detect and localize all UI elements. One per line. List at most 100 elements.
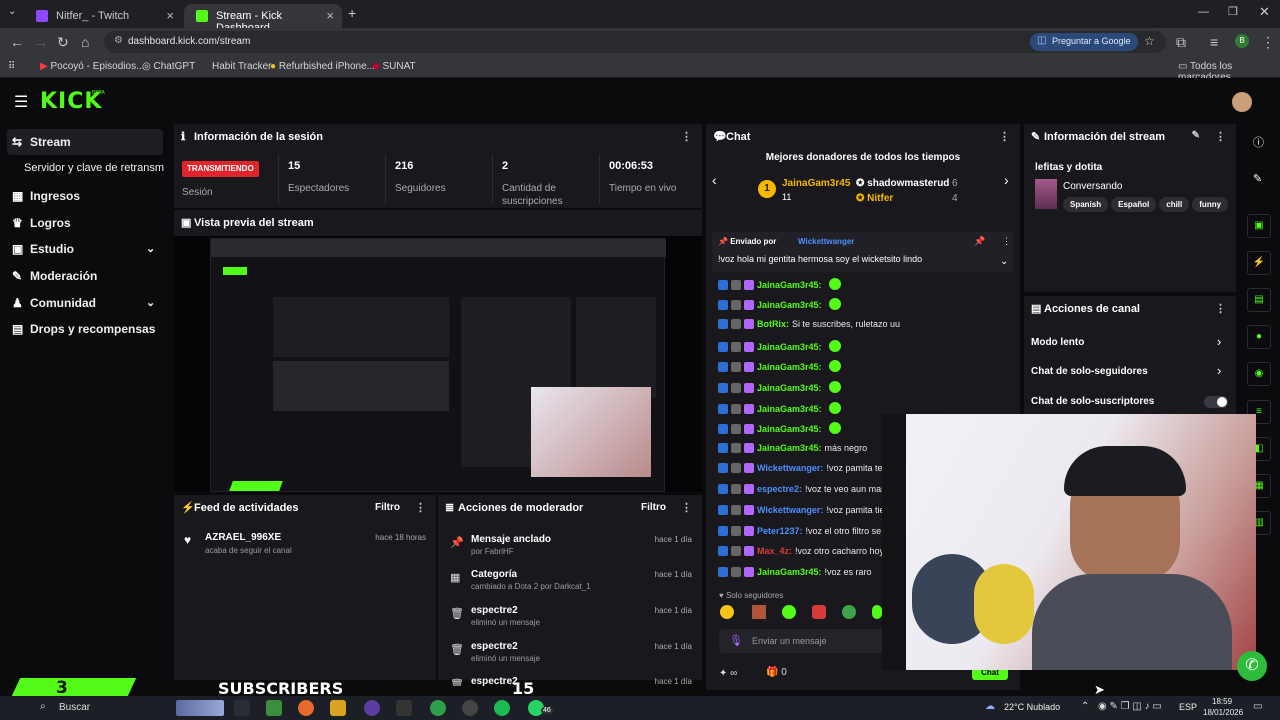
pinned-by-user[interactable]: Wickettwanger — [798, 237, 854, 246]
home-icon[interactable]: ⌂ — [81, 34, 89, 50]
firefox-icon[interactable] — [298, 700, 314, 716]
explorer-icon[interactable] — [330, 700, 346, 716]
maximize-icon[interactable]: ❐ — [1228, 5, 1238, 18]
site-info-icon[interactable]: ⚙ — [114, 35, 123, 46]
app-icon[interactable] — [396, 700, 412, 716]
bookmark-item[interactable]: ● Refurbished iPhone... — [270, 61, 375, 72]
profile-avatar[interactable]: B — [1235, 34, 1249, 48]
chat-username[interactable]: Wickettwanger: — [757, 505, 823, 515]
tool-icon[interactable]: ▣ — [1247, 214, 1271, 238]
minimize-icon[interactable]: — — [1198, 6, 1209, 18]
modactions-filter-button[interactable]: Filtro — [641, 502, 666, 513]
task-view-icon[interactable] — [234, 700, 250, 716]
chrome-icon[interactable] — [430, 700, 446, 716]
tray-chevron-icon[interactable]: ⌃ — [1081, 701, 1089, 712]
chat-username[interactable]: Peter1237: — [757, 526, 803, 536]
taskbar-search[interactable]: Buscar — [59, 702, 90, 713]
chat-message[interactable]: JainaGam3r45: !voz es raro — [718, 567, 872, 577]
tray-icons[interactable]: ◉ ✎ ❐ ◫ ♪ ▭ — [1098, 701, 1162, 712]
bookmark-star-icon[interactable]: ☆ — [1144, 34, 1155, 48]
back-icon[interactable]: ← — [10, 34, 24, 50]
close-icon[interactable]: × — [326, 8, 334, 23]
chat-username[interactable]: JainaGam3r45: — [757, 300, 822, 310]
subs-only-toggle[interactable] — [1204, 396, 1228, 408]
tool-chat-icon[interactable]: ● — [1247, 325, 1271, 349]
bookmark-item[interactable]: ◎ ChatGPT — [142, 61, 195, 72]
language-indicator[interactable]: ESP — [1179, 702, 1197, 712]
chat-username[interactable]: JainaGam3r45: — [757, 567, 822, 577]
reload-icon[interactable]: ↻ — [57, 34, 69, 51]
more-icon[interactable]: ⋮ — [681, 130, 692, 143]
new-tab-icon[interactable]: + — [348, 5, 356, 21]
chat-message[interactable]: JainaGam3r45: más negro — [718, 443, 867, 453]
sidebar-item-logros[interactable]: ♛ Logros — [12, 216, 71, 230]
chevron-down-icon[interactable]: ⌄ — [1000, 256, 1008, 267]
tool-broadcast-icon[interactable]: ◉ — [1247, 362, 1271, 386]
followers-only-row[interactable]: Chat de solo-seguidores — [1031, 366, 1148, 377]
emote-icon[interactable] — [720, 605, 734, 619]
donor-name[interactable]: ✪ Nitfer — [856, 193, 893, 204]
chat-message[interactable]: BotRix: Si te suscribes, ruletazo uu — [718, 319, 900, 329]
chevron-right-icon[interactable]: › — [1217, 334, 1221, 349]
chat-username[interactable]: JainaGam3r45: — [757, 404, 822, 414]
stream-preview-video[interactable] — [174, 236, 702, 492]
slow-mode-row[interactable]: Modo lento — [1031, 337, 1084, 348]
chat-message[interactable]: JainaGam3r45: — [718, 298, 844, 310]
chat-message[interactable]: JainaGam3r45: — [718, 340, 844, 352]
bookmark-item[interactable]: Habit Tracker — [212, 61, 271, 72]
chat-username[interactable]: JainaGam3r45: — [757, 280, 822, 290]
obs-icon[interactable] — [364, 700, 380, 716]
donor-name[interactable]: ✪ shadowmasterud — [856, 178, 949, 189]
sidebar-item-comunidad[interactable]: ♟ Comunidad ⌄ — [12, 296, 155, 310]
tool-flash-icon[interactable]: ⚡ — [1247, 251, 1271, 275]
chat-username[interactable]: BotRix: — [757, 319, 789, 329]
sidebar-item-drops[interactable]: ▤ Drops y recompensas — [12, 322, 155, 336]
emote-icon[interactable] — [872, 605, 882, 619]
chat-username[interactable]: JainaGam3r45: — [757, 424, 822, 434]
extensions-icon[interactable]: ⧉ — [1176, 34, 1186, 51]
pencil-icon[interactable]: ✎ — [1192, 130, 1200, 141]
weather-text[interactable]: 22°C Nublado — [1004, 702, 1060, 712]
more-icon[interactable]: ⋮ — [415, 501, 426, 514]
chat-username[interactable]: JainaGam3r45: — [757, 362, 822, 372]
tool-doc-icon[interactable]: ▤ — [1247, 288, 1271, 312]
emote-icon[interactable] — [842, 605, 856, 619]
tab-kick[interactable]: Stream - Kick Dashboard × — [184, 4, 342, 34]
tab-twitch[interactable]: Nitfer_ - Twitch × — [24, 4, 182, 28]
chat-message[interactable]: Wickettwanger: !voz pamita tien — [718, 505, 889, 515]
chat-input[interactable]: 🎙 Enviar un mensaje — [719, 629, 885, 653]
emote-icon[interactable] — [782, 605, 796, 619]
sidebar-item-server-key[interactable]: Servidor y clave de retransm — [24, 162, 164, 174]
bookmark-item[interactable]: ◆ SUNAT — [372, 61, 416, 72]
donor-name[interactable]: JainaGam3r45 — [782, 178, 850, 189]
info-icon[interactable]: ⓘ — [1253, 134, 1264, 150]
chat-message[interactable]: Wickettwanger: !voz pamita te q — [718, 463, 890, 473]
whatsapp-icon[interactable]: ✆ — [1237, 651, 1267, 681]
notification-icon[interactable]: ▭ — [1253, 701, 1262, 712]
emote-icon[interactable] — [752, 605, 766, 619]
forward-icon[interactable]: → — [34, 34, 48, 50]
activity-user[interactable]: AZRAEL_996XE — [205, 532, 281, 543]
chat-message[interactable]: JainaGam3r45: — [718, 278, 844, 290]
chat-username[interactable]: JainaGam3r45: — [757, 443, 822, 453]
sidebar-item-stream[interactable]: ⇆ Stream — [12, 135, 71, 149]
chat-message[interactable]: espectre2: !voz te veo aun mas negi — [718, 484, 905, 494]
unpin-icon[interactable]: 📌 — [974, 236, 985, 247]
media-icon[interactable]: ≡ — [1210, 34, 1218, 50]
chat-message[interactable]: JainaGam3r45: — [718, 402, 844, 414]
gift-icon[interactable]: 🎁 0 — [766, 667, 787, 678]
chat-message[interactable]: Max_4z: !voz otro cacharro hoy — [718, 546, 884, 556]
emote-icon[interactable]: ✦ ∞ — [719, 668, 737, 679]
subs-only-row[interactable]: Chat de solo-suscriptores — [1031, 396, 1154, 407]
emote-icon[interactable] — [812, 605, 826, 619]
more-icon[interactable]: ⋮ — [1002, 236, 1011, 247]
spotify-icon[interactable] — [494, 700, 510, 716]
pinned-message[interactable]: 📌 Enviado por Wickettwanger 📌 ⋮ !voz hol… — [712, 232, 1014, 272]
chevron-right-icon[interactable]: › — [1217, 363, 1221, 378]
user-avatar[interactable] — [1232, 92, 1252, 112]
chat-message[interactable]: JainaGam3r45: — [718, 381, 844, 393]
more-icon[interactable]: ⋮ — [1215, 130, 1226, 143]
search-icon[interactable]: ⌕ — [40, 701, 46, 712]
sidebar-item-estudio[interactable]: ▣ Estudio ⌄ — [12, 242, 155, 256]
chevron-left-icon[interactable]: ‹ — [712, 172, 717, 188]
